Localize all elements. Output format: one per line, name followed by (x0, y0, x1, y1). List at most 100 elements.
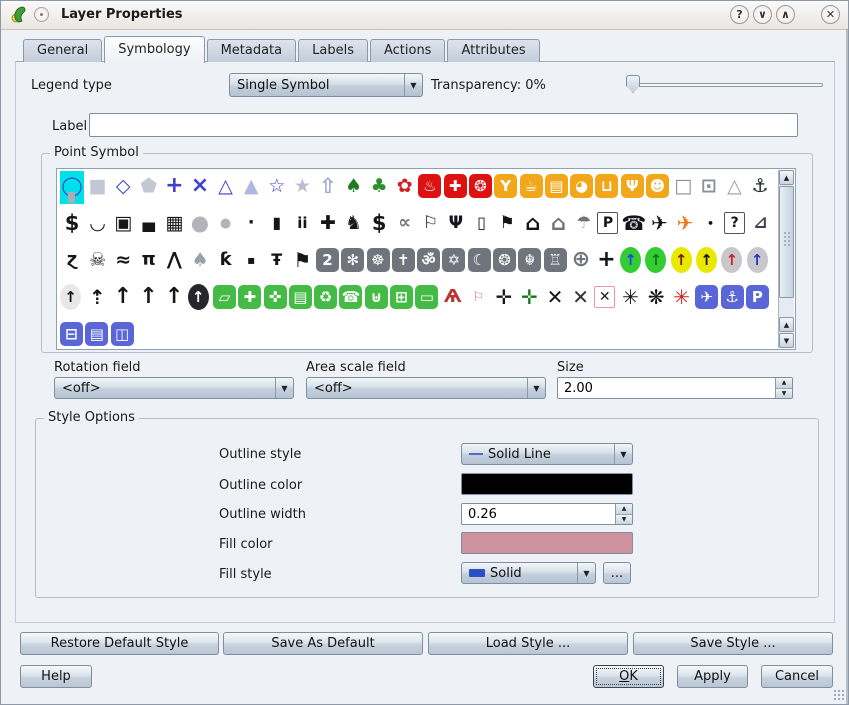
help-button[interactable]: Help (20, 665, 92, 688)
symbol-cinema[interactable]: ▤ (545, 174, 568, 198)
symbol-religion-sikh[interactable]: ☬ (518, 248, 541, 272)
symbol-cross[interactable]: + (162, 171, 186, 201)
symbol-bar[interactable]: Y (494, 174, 517, 198)
symbol-phone-green[interactable]: ☎ (339, 285, 362, 309)
symbol-money[interactable]: ▤ (289, 285, 312, 309)
symbol-first-aid[interactable]: ✚ (444, 174, 467, 198)
symbol-triangle[interactable]: △ (214, 171, 238, 201)
symbol-x-marker-2[interactable]: ✕ (569, 282, 593, 312)
symbol-boat[interactable]: ◡ (86, 208, 110, 238)
symbol-airport[interactable]: ✈ (647, 208, 671, 238)
symbol-star-emblem[interactable]: ❂ (469, 174, 492, 198)
symbol-dollar[interactable]: $ (367, 208, 391, 238)
symbol-tipi[interactable]: ⋀ (162, 245, 186, 275)
symbol-transport-tram[interactable]: ◫ (111, 322, 134, 346)
symbol-supermarket[interactable]: ⊞ (390, 285, 413, 309)
symbol-religion-christian[interactable]: ✝ (392, 248, 415, 272)
symbol-religion-hindu[interactable]: ॐ (417, 248, 440, 272)
fill-color-button[interactable] (461, 532, 633, 554)
symbol-recycle[interactable]: ♻ (314, 285, 337, 309)
symbol-equilateral-triangle[interactable]: ▲ (239, 171, 263, 201)
symbol-small-square[interactable]: ▪ (239, 245, 263, 275)
save-style-button[interactable]: Save Style ... (633, 632, 833, 655)
symbol-community[interactable]: ❂ (493, 248, 516, 272)
symbol-slipway[interactable]: ⊿ (748, 208, 772, 238)
symbol-ellipse[interactable]: ● (214, 208, 238, 238)
symbol-north-arrow-2[interactable]: ↑ (136, 282, 160, 312)
symbol-x-box[interactable]: ✕ (594, 286, 615, 308)
symbol-star[interactable]: ★ (290, 171, 314, 201)
size-spinbox[interactable]: 2.00 ▲▼ (557, 377, 793, 399)
spin-down-icon[interactable]: ▼ (616, 515, 632, 525)
symbol-camera[interactable]: ▣ (111, 208, 135, 238)
symbol-hiker[interactable]: ƙ (214, 245, 238, 275)
symbol-arrow-oval[interactable]: ↑ (188, 284, 209, 310)
symbol-restaurant[interactable]: Ψ (621, 174, 644, 198)
tab-labels[interactable]: Labels (298, 39, 368, 62)
symbol-chairlift[interactable]: Ŧ (265, 245, 289, 275)
symbol-house[interactable]: ⌂ (546, 208, 570, 238)
transparency-slider-track[interactable] (629, 83, 823, 87)
legend-type-dropdown[interactable]: Single Symbol ▼ (229, 73, 423, 97)
symbol-religion-buddhist[interactable]: ☸ (367, 248, 390, 272)
symbol-picnic[interactable]: π (137, 245, 161, 275)
apply-button[interactable]: Apply (677, 665, 748, 688)
symbol-gray-tree[interactable]: ♠ (188, 245, 212, 275)
symbol-backpacker[interactable]: Ѧ (441, 282, 465, 312)
symbol-flower[interactable]: ✿ (393, 171, 417, 201)
symbol-fuel[interactable]: ▯ (470, 208, 494, 238)
fill-style-more-button[interactable]: ... (603, 562, 631, 584)
symbol-question[interactable]: ? (724, 212, 745, 234)
symbol-black-arrow[interactable]: ↑ (111, 282, 135, 312)
symbol-balloon[interactable]: ☂ (572, 208, 596, 238)
symbol-cross-x[interactable]: × (188, 171, 212, 201)
scroll-down-icon[interactable]: ▼ (779, 333, 794, 348)
symbol-hospital[interactable]: ✚ (238, 285, 261, 309)
spin-up-icon[interactable]: ▲ (616, 504, 632, 515)
symbol-car[interactable]: ▄ (137, 208, 161, 238)
symbol-point[interactable]: • (699, 208, 723, 238)
symbol-south-arrow[interactable]: ↑ (162, 282, 186, 312)
symbol-pentagon[interactable]: ⬟ (137, 171, 161, 201)
symbol-telephone[interactable]: ☎ (622, 208, 646, 238)
symbol-basket[interactable]: ⊎ (365, 285, 388, 309)
symbol-golf[interactable]: ⚐ (418, 208, 442, 238)
symbol-list-scrollbar[interactable]: ▲ ▲ ▼ (778, 170, 794, 348)
help-button[interactable]: ? (730, 5, 749, 24)
symbol-entertainment[interactable]: ☻ (646, 174, 669, 198)
symbol-cross-marker-green[interactable]: ✛ (517, 282, 541, 312)
maximize-button[interactable]: ∧ (776, 5, 795, 24)
symbol-religion-jain[interactable]: 2 (316, 248, 339, 272)
symbol-square-in-square[interactable]: ⊡ (697, 171, 721, 201)
symbol-star-outline[interactable]: ☆ (265, 171, 289, 201)
symbol-first-aid-black[interactable]: ✚ (316, 208, 340, 238)
cancel-button[interactable]: Cancel (761, 665, 833, 688)
symbol-arrow-green-blue[interactable]: ↑ (620, 247, 641, 273)
symbol-pub[interactable]: ⊔ (595, 174, 618, 198)
symbol-deciduous-tree[interactable]: ♣ (367, 171, 391, 201)
area-scale-field-dropdown[interactable]: <off> ▼ (306, 377, 546, 399)
symbol-pharmacy[interactable]: ✜ (264, 285, 287, 309)
symbol-toilets[interactable]: ii (290, 208, 314, 238)
symbol-list[interactable]: ◯■◇⬟+×△▲☆★⇧♠♣✿♨✚❂Y☕▤◕⊔Ψ☻□⊡△⚓$◡▣▄▦●●·▮ii✚… (56, 168, 796, 350)
tab-general[interactable]: General (23, 39, 102, 62)
symbol-arrow-up[interactable]: ⇧ (316, 171, 340, 201)
symbol-x-marker[interactable]: ✕ (543, 282, 567, 312)
symbol-swimmer[interactable]: ≈ (111, 245, 135, 275)
outline-width-spinbox[interactable]: 0.26 ▲▼ (461, 503, 633, 525)
label-input[interactable] (89, 113, 798, 137)
symbol-compass[interactable]: ⊕ (569, 245, 593, 275)
restore-default-style-button[interactable]: Restore Default Style (20, 632, 219, 655)
resize-grip[interactable] (833, 689, 845, 701)
symbol-pizzaria[interactable]: ◕ (570, 174, 593, 198)
symbol-temple[interactable]: ♖ (544, 248, 567, 272)
symbol-anchor[interactable]: ⚓ (748, 171, 772, 201)
outline-style-dropdown[interactable]: Solid Line ▼ (461, 443, 633, 465)
symbol-circle[interactable]: ◯ (60, 171, 84, 204)
scrollbar-thumb[interactable] (779, 186, 794, 298)
symbol-empty-square[interactable]: □ (671, 171, 695, 201)
scroll-up-icon-2[interactable]: ▲ (779, 317, 794, 332)
tab-attributes[interactable]: Attributes (447, 39, 539, 62)
symbol-arrow-yellow-black[interactable]: ↑ (696, 247, 717, 273)
tab-actions[interactable]: Actions (370, 39, 446, 62)
